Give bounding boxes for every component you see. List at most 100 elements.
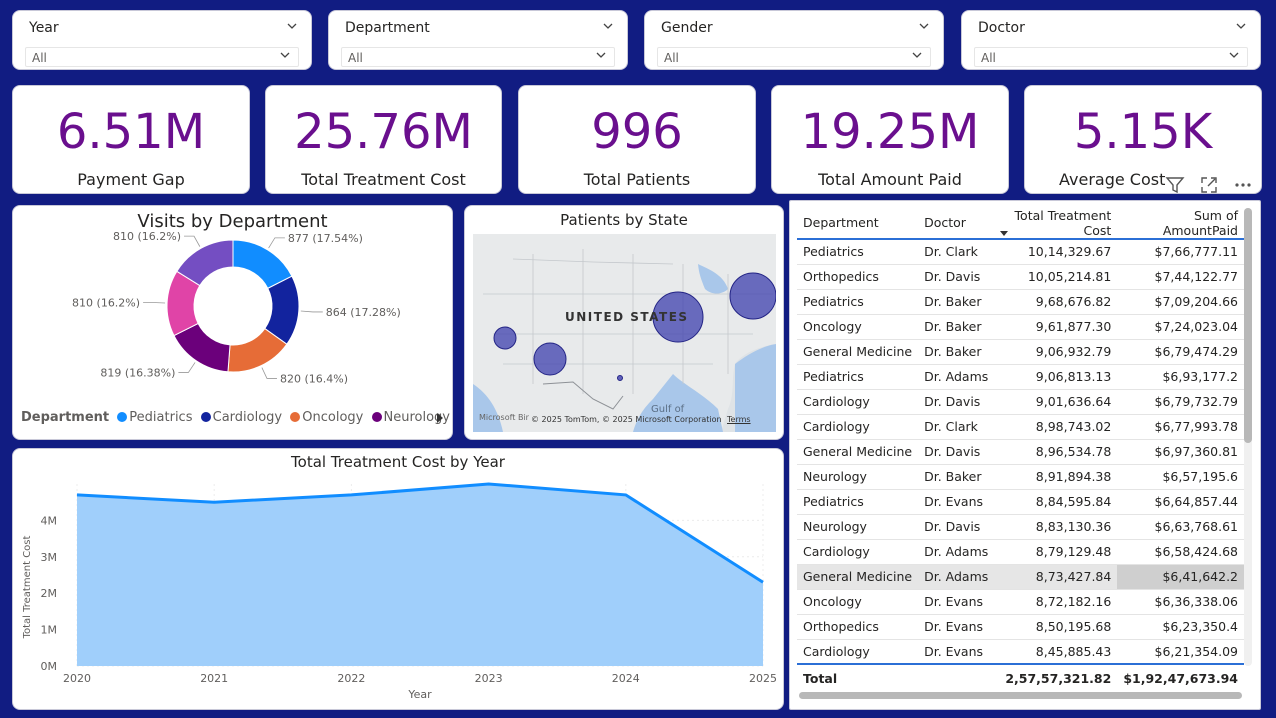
department-dropdown[interactable]: All xyxy=(341,47,615,67)
table-cell: $7,66,777.11 xyxy=(1117,239,1244,265)
y-tick-label: 3M xyxy=(41,551,58,564)
table-row[interactable]: Cardiology Dr. Davis 9,01,636.64 $6,79,732.… xyxy=(797,389,1244,415)
more-options-icon[interactable] xyxy=(1232,174,1254,196)
patients-by-state-card: Patients by State UNITED STATES Gulf of … xyxy=(464,205,784,440)
kpi-label: Total Treatment Cost xyxy=(301,170,466,189)
table-cell: Orthopedics xyxy=(797,614,919,640)
x-tick-label: 2025 xyxy=(749,672,777,685)
us-map[interactable] xyxy=(473,234,776,432)
table-row[interactable]: Neurology Dr. Davis 8,83,130.36 $6,63,768.6… xyxy=(797,514,1244,540)
column-header[interactable]: Department xyxy=(797,207,919,240)
table-cell: 8,96,534.78 xyxy=(994,439,1118,465)
legend-marker xyxy=(371,412,382,422)
data-label: 810 (16.2%) xyxy=(113,231,181,243)
table-cell: Cardiology xyxy=(797,639,919,665)
data-label: 864 (17.28%) xyxy=(326,306,401,319)
table-row[interactable]: Neurology Dr. Baker 8,91,894.38 $6,57,195.6 xyxy=(797,464,1244,490)
doctor-slicer: Doctor All xyxy=(961,10,1261,70)
chart-legend: Department Pediatrics Cardiology Oncolog… xyxy=(21,410,450,425)
dropdown-value: All xyxy=(32,51,47,65)
map-country-label: UNITED STATES xyxy=(565,310,689,324)
table-cell: $6,79,732.79 xyxy=(1117,389,1244,415)
table-cell: 10,14,329.67 xyxy=(994,239,1118,265)
table-row[interactable]: Pediatrics Dr. Evans 8,84,595.84 $6,64,857.… xyxy=(797,489,1244,515)
kpi-label: Total Amount Paid xyxy=(818,170,962,189)
table-row[interactable]: Pediatrics Dr. Clark 10,14,329.67 $7,66,777… xyxy=(797,239,1244,265)
table-row[interactable]: Orthopedics Dr. Davis 10,05,214.81 $7,44,12… xyxy=(797,264,1244,290)
filter-icon[interactable] xyxy=(1164,174,1186,196)
doctor-dropdown[interactable]: All xyxy=(974,47,1248,67)
table-cell: $6,93,177.2 xyxy=(1117,364,1244,390)
chevron-down-icon[interactable] xyxy=(603,21,613,31)
table-row[interactable]: Pediatrics Dr. Adams 9,06,813.13 $6,93,177.… xyxy=(797,364,1244,390)
table-cell: General Medicine xyxy=(797,564,919,590)
year-dropdown[interactable]: All xyxy=(25,47,299,67)
chart-title: Patients by State xyxy=(560,211,688,229)
table-cell: Dr. Baker xyxy=(918,289,995,315)
table-total-row: Total 2,57,57,321.82 $1,92,47,673.94 xyxy=(797,663,1244,692)
column-header[interactable]: Doctor xyxy=(918,207,995,240)
map-gulf-label: Gulf of xyxy=(651,404,685,415)
chevron-down-icon[interactable] xyxy=(1236,21,1246,31)
table-cell: Cardiology xyxy=(797,414,919,440)
horizontal-scrollbar[interactable] xyxy=(799,692,1242,699)
kpi-total-patients: 996 Total Patients xyxy=(518,85,756,194)
table-row[interactable]: Oncology Dr. Evans 8,72,182.16 $6,36,338.06 xyxy=(797,589,1244,615)
y-tick-label: 2M xyxy=(41,587,58,600)
label-leader-line xyxy=(261,367,277,379)
data-label: 810 (16.2%) xyxy=(72,296,140,309)
scrollbar-thumb[interactable] xyxy=(1244,208,1252,443)
legend-item[interactable]: Pediatrics xyxy=(129,410,192,425)
table-row[interactable]: General Medicine Dr. Davis 8,96,534.78 $6,9… xyxy=(797,439,1244,465)
legend-item[interactable]: Cardiology xyxy=(213,410,283,425)
focus-mode-icon[interactable] xyxy=(1198,174,1220,196)
chart-title: Visits by Department xyxy=(137,211,328,232)
table-cell: $6,64,857.44 xyxy=(1117,489,1244,515)
table-cell: 10,05,214.81 xyxy=(994,264,1118,290)
table-cell: Pediatrics xyxy=(797,239,919,265)
vertical-scrollbar[interactable] xyxy=(1244,208,1252,666)
y-tick-label: 4M xyxy=(41,514,58,527)
table-row[interactable]: Orthopedics Dr. Evans 8,50,195.68 $6,23,350… xyxy=(797,614,1244,640)
table-cell: Cardiology xyxy=(797,539,919,565)
table-cell: 8,98,743.02 xyxy=(994,414,1118,440)
table-cell: $6,79,474.29 xyxy=(1117,339,1244,365)
table-row[interactable]: General Medicine Dr. Adams 8,73,427.84 $6,4… xyxy=(797,564,1244,590)
x-tick-label: 2023 xyxy=(475,672,503,685)
chevron-down-icon[interactable] xyxy=(919,21,929,31)
table-cell: Cardiology xyxy=(797,389,919,415)
map-copyright: © 2025 TomTom, © 2025 Microsoft Corporat… xyxy=(531,415,722,424)
table-row[interactable]: General Medicine Dr. Baker 9,06,932.79 $6,7… xyxy=(797,339,1244,365)
legend-marker xyxy=(290,412,301,422)
kpi-value: 25.76M xyxy=(294,104,473,160)
legend-item[interactable]: Oncology xyxy=(302,410,363,425)
table-cell: Dr. Clark xyxy=(918,239,995,265)
table-cell: 8,79,129.48 xyxy=(994,539,1118,565)
department-slicer: Department All xyxy=(328,10,628,70)
legend-next-arrow-icon[interactable] xyxy=(435,412,445,424)
treatment-table: Department Doctor Total Treatment Cost S… xyxy=(797,207,1244,692)
table-cell: Dr. Davis xyxy=(918,439,995,465)
table-cell: Oncology xyxy=(797,314,919,340)
gender-dropdown[interactable]: All xyxy=(657,47,931,67)
table-row[interactable]: Cardiology Dr. Evans 8,45,885.43 $6,21,354.… xyxy=(797,639,1244,665)
table-cell: Dr. Davis xyxy=(918,389,995,415)
table-cell: $6,57,195.6 xyxy=(1117,464,1244,490)
table-cell: $6,36,338.06 xyxy=(1117,589,1244,615)
table-row[interactable]: Pediatrics Dr. Baker 9,68,676.82 $7,09,204.… xyxy=(797,289,1244,315)
table-row[interactable]: Oncology Dr. Baker 9,61,877.30 $7,24,023.04 xyxy=(797,314,1244,340)
x-tick-label: 2021 xyxy=(200,672,228,685)
table-cell: 8,50,195.68 xyxy=(994,614,1118,640)
table-cell: $7,44,122.77 xyxy=(1117,264,1244,290)
table-cell: Dr. Clark xyxy=(918,414,995,440)
kpi-value: 6.51M xyxy=(56,104,206,160)
table-row[interactable]: Cardiology Dr. Adams 8,79,129.48 $6,58,424.… xyxy=(797,539,1244,565)
column-header[interactable]: Sum of AmountPaid xyxy=(1117,207,1244,240)
area-fill xyxy=(77,484,763,666)
kpi-value: 5.15K xyxy=(1073,104,1213,160)
label-leader-line xyxy=(143,302,166,304)
chevron-down-icon[interactable] xyxy=(287,21,297,31)
table-row[interactable]: Cardiology Dr. Clark 8,98,743.02 $6,77,993.… xyxy=(797,414,1244,440)
column-header-sorted[interactable]: Total Treatment Cost xyxy=(994,207,1118,240)
map-terms-link[interactable]: Terms xyxy=(727,415,751,424)
